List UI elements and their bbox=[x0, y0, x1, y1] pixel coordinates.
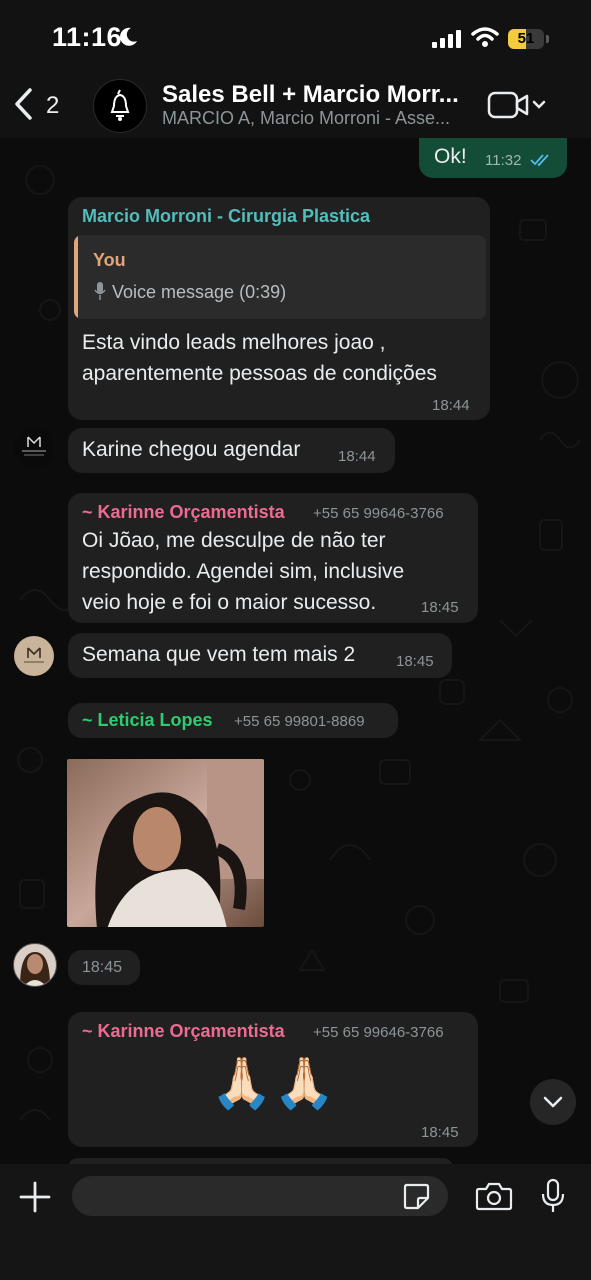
marcio-logo-icon bbox=[22, 436, 46, 456]
chat-title[interactable]: Sales Bell + Marcio Morr... bbox=[162, 81, 472, 109]
sender-avatar[interactable] bbox=[13, 943, 57, 987]
message-text: Semana que vem tem mais 2 bbox=[82, 643, 356, 666]
message-time: 18:45 bbox=[396, 653, 434, 670]
video-call-icon bbox=[487, 91, 546, 119]
sticker-sender-tag[interactable]: ~ Leticia Lopes +55 65 99801-8869 bbox=[68, 703, 398, 738]
message-time: 18:44 bbox=[432, 397, 470, 414]
reply-quote[interactable]: You Voice message (0:39) bbox=[74, 235, 486, 319]
message-time: 18:44 bbox=[338, 448, 376, 465]
sender-phone: +55 65 99646-3766 bbox=[313, 1024, 444, 1041]
message-line: Esta vindo leads melhores joao , bbox=[82, 331, 386, 354]
bell-logo-icon bbox=[110, 89, 130, 121]
wifi-icon bbox=[471, 27, 499, 47]
message-text: Ok! bbox=[434, 145, 467, 168]
reply-quote-bar bbox=[74, 235, 78, 319]
sticker-icon[interactable] bbox=[401, 1181, 431, 1211]
status-time: 11:16 bbox=[52, 22, 123, 52]
incoming-message[interactable]: Semana que vem tem mais 2 18:45 bbox=[68, 633, 452, 678]
emoji-message: 🙏🏻🙏🏻 bbox=[210, 1055, 336, 1111]
video-call-button[interactable] bbox=[487, 88, 549, 122]
sender-name[interactable]: Marcio Morroni - Cirurgia Plastica bbox=[82, 206, 370, 227]
message-time: 18:45 bbox=[421, 599, 459, 616]
microphone-icon[interactable] bbox=[540, 1178, 566, 1214]
chat-header: 2 Sales Bell + Marcio Morr... MARCIO A, … bbox=[0, 72, 591, 138]
back-chevron-icon bbox=[15, 88, 32, 120]
sender-name[interactable]: ~ Leticia Lopes bbox=[82, 710, 213, 731]
read-ticks-icon bbox=[530, 154, 549, 167]
battery-indicator: 51 bbox=[508, 29, 544, 49]
sticker-photo bbox=[67, 759, 264, 927]
sender-avatar[interactable] bbox=[14, 428, 54, 468]
message-time: 11:32 bbox=[485, 152, 522, 169]
battery-nub bbox=[546, 35, 549, 43]
sender-phone: +55 65 99646-3766 bbox=[313, 505, 444, 522]
back-button[interactable] bbox=[10, 84, 70, 124]
sender-avatar[interactable] bbox=[14, 636, 54, 676]
sender-name[interactable]: ~ Karinne Orçamentista bbox=[82, 1021, 285, 1042]
message-text: Karine chegou agendar bbox=[82, 438, 301, 461]
sticker-image[interactable] bbox=[67, 759, 264, 927]
message-input[interactable] bbox=[72, 1176, 448, 1216]
message-time: 18:45 bbox=[421, 1124, 459, 1141]
message-time: 18:45 bbox=[82, 959, 123, 976]
message-line: respondido. Agendei sim, inclusive bbox=[82, 560, 405, 583]
chevron-down-icon bbox=[543, 1096, 563, 1108]
status-bar: 11:16 51 bbox=[0, 0, 591, 72]
moon-icon bbox=[120, 27, 137, 46]
reply-voice-label: Voice message (0:39) bbox=[112, 282, 287, 302]
sender-name[interactable]: ~ Karinne Orçamentista bbox=[82, 502, 285, 523]
battery-percent: 51 bbox=[517, 30, 535, 47]
chat-participants[interactable]: MARCIO A, Marcio Morroni - Asse... bbox=[162, 108, 472, 129]
incoming-message[interactable]: ~ Karinne Orçamentista +55 65 99646-3766… bbox=[68, 1012, 478, 1147]
message-line: veio hoje e foi o maior sucesso. bbox=[82, 591, 377, 614]
incoming-message[interactable]: Karine chegou agendar 18:44 bbox=[68, 428, 395, 473]
incoming-message[interactable]: Marcio Morroni - Cirurgia Plastica You V… bbox=[68, 197, 490, 420]
microphone-icon bbox=[94, 282, 106, 300]
camera-icon[interactable] bbox=[475, 1180, 513, 1212]
leticia-avatar-icon bbox=[20, 952, 50, 986]
group-avatar[interactable] bbox=[93, 79, 147, 133]
sticker-time-chip: 18:45 bbox=[68, 950, 140, 985]
incoming-message[interactable]: ~ Karinne Orçamentista +55 65 99646-3766… bbox=[68, 493, 478, 623]
plus-icon[interactable] bbox=[18, 1180, 52, 1214]
reply-author: You bbox=[93, 250, 126, 270]
message-line: aparentemente pessoas de condições bbox=[82, 362, 437, 385]
chevron-down-icon bbox=[532, 100, 546, 109]
outgoing-message[interactable]: Ok! 11:32 bbox=[419, 138, 567, 178]
composer-bar bbox=[0, 1164, 591, 1280]
unread-count: 2 bbox=[46, 92, 60, 119]
message-line: Oi Jõao, me desculpe de não ter bbox=[82, 529, 386, 552]
cellular-signal-icon bbox=[432, 30, 461, 48]
sender-phone: +55 65 99801-8869 bbox=[234, 713, 365, 730]
marcio-logo-icon bbox=[24, 647, 44, 663]
scroll-to-bottom-button[interactable] bbox=[530, 1079, 576, 1125]
